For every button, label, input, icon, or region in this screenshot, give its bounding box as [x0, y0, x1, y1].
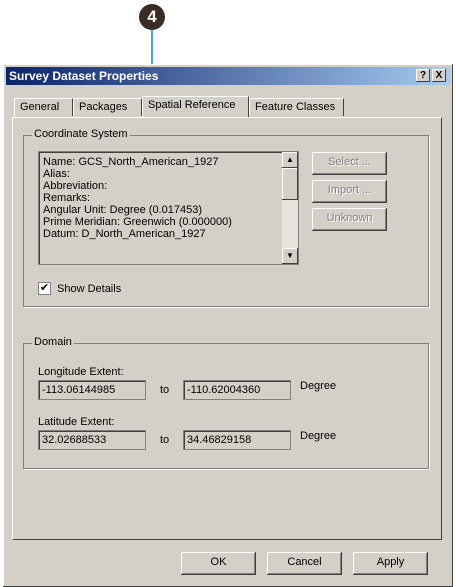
apply-button[interactable]: Apply [353, 552, 428, 575]
details-scrollbar[interactable]: ▲ ▼ [282, 152, 298, 264]
latitude-max-field[interactable]: 34.46829158 [183, 430, 291, 450]
import-button[interactable]: Import ... [312, 180, 387, 203]
dialog-window: Survey Dataset Properties ? X General Pa… [3, 64, 453, 587]
title-bar[interactable]: Survey Dataset Properties ? X [6, 67, 450, 85]
longitude-min-field[interactable]: -113.06144985 [38, 380, 146, 400]
help-button[interactable]: ? [416, 69, 430, 82]
scroll-thumb[interactable] [282, 168, 298, 200]
tab-spatial-reference[interactable]: Spatial Reference [142, 96, 249, 117]
longitude-extent-label: Longitude Extent: [38, 366, 124, 378]
unknown-button[interactable]: Unknown [312, 208, 387, 231]
domain-group: Domain Longitude Extent: -113.06144985 t… [23, 336, 429, 469]
select-button[interactable]: Select ... [312, 152, 387, 175]
scroll-up-arrow-icon[interactable]: ▲ [282, 152, 298, 168]
latitude-min-field[interactable]: 32.02688533 [38, 430, 146, 450]
latitude-unit-label: Degree [300, 430, 337, 442]
step-callout-badge: 4 [139, 4, 165, 30]
coordinate-system-group: Coordinate System Name: GCS_North_Americ… [23, 128, 429, 307]
show-details-checkbox[interactable]: ✔ [38, 282, 51, 295]
tab-packages[interactable]: Packages [73, 98, 142, 116]
tab-feature-classes[interactable]: Feature Classes [249, 98, 344, 116]
latitude-to-label: to [160, 434, 170, 446]
coordinate-system-legend: Coordinate System [32, 128, 130, 140]
coordinate-details-text: Name: GCS_North_American_1927 Alias: Abb… [43, 156, 232, 240]
longitude-unit-label: Degree [300, 380, 337, 392]
ok-button[interactable]: OK [181, 552, 256, 575]
show-details-label: Show Details [57, 283, 122, 295]
coordinate-details-box[interactable]: Name: GCS_North_American_1927 Alias: Abb… [38, 151, 299, 265]
scroll-down-arrow-icon[interactable]: ▼ [282, 248, 298, 264]
tab-panel: Coordinate System Name: GCS_North_Americ… [12, 117, 442, 540]
tab-general[interactable]: General [14, 98, 73, 116]
window-title: Survey Dataset Properties [9, 69, 159, 83]
longitude-to-label: to [160, 384, 170, 396]
cancel-button[interactable]: Cancel [267, 552, 342, 575]
latitude-extent-label: Latitude Extent: [38, 416, 115, 428]
longitude-max-field[interactable]: -110.62004360 [183, 380, 291, 400]
close-button[interactable]: X [432, 69, 446, 82]
domain-legend: Domain [32, 336, 74, 348]
